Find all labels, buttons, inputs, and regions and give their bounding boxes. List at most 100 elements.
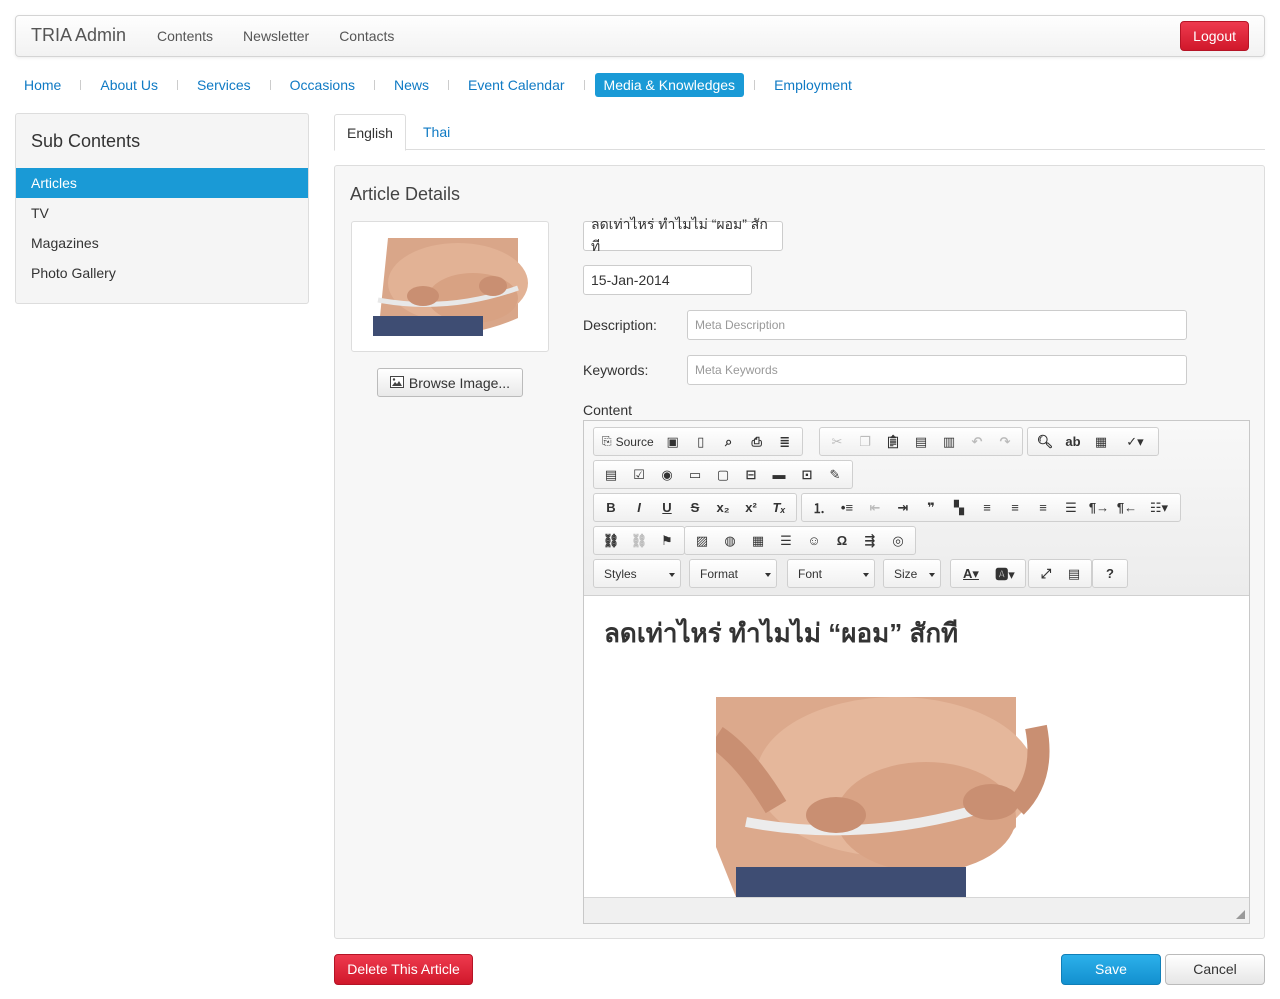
underline-icon[interactable]: U bbox=[653, 495, 681, 521]
cancel-button[interactable]: Cancel bbox=[1165, 954, 1265, 985]
copy-icon[interactable]: ❐ bbox=[851, 429, 879, 455]
replace-icon[interactable]: ab bbox=[1059, 429, 1087, 455]
sub-contents-sidebar: Sub Contents Articles TV Magazines Photo… bbox=[15, 113, 309, 304]
new-page-icon[interactable]: ▯ bbox=[687, 429, 715, 455]
horizontal-line-icon[interactable]: ☰ bbox=[772, 528, 800, 554]
cut-icon[interactable]: ✂ bbox=[823, 429, 851, 455]
strike-icon[interactable]: S bbox=[681, 495, 709, 521]
justify-icon[interactable]: ☰ bbox=[1057, 495, 1085, 521]
form-icon[interactable]: ▤ bbox=[597, 462, 625, 488]
styles-dropdown[interactable]: Styles bbox=[593, 559, 681, 588]
superscript-icon[interactable]: x² bbox=[737, 495, 765, 521]
select-all-icon[interactable]: ▦ bbox=[1087, 429, 1115, 455]
print-icon[interactable]: ⎙ bbox=[743, 429, 771, 455]
save-doc-icon[interactable]: ▣ bbox=[659, 429, 687, 455]
content-editor: ⎘ Source ▣ ▯ ⌕ ⎙ ≣ ✂ ❐ 📋︎ ▤ ▥ ↶ ↷ 🔍︎ ab bbox=[583, 420, 1250, 924]
page-break-icon[interactable]: ⇶ bbox=[856, 528, 884, 554]
subnav-media-knowledges[interactable]: Media & Knowledges bbox=[594, 73, 745, 97]
templates-icon[interactable]: ≣ bbox=[771, 429, 799, 455]
toolbar-group-paragraph: ⒈ •≡ ⇤ ⇥ ❞ ▚ ≡ ≡ ≡ ☰ ¶→ ¶← ☷▾ bbox=[801, 493, 1181, 522]
size-dropdown[interactable]: Size bbox=[883, 559, 941, 588]
select-field-icon[interactable]: ⊟ bbox=[737, 462, 765, 488]
checkbox-icon[interactable]: ☑ bbox=[625, 462, 653, 488]
description-input[interactable]: Meta Description bbox=[687, 310, 1187, 340]
bg-color-icon[interactable]: 🅰︎▾ bbox=[988, 561, 1022, 587]
outdent-icon[interactable]: ⇤ bbox=[861, 495, 889, 521]
format-dropdown[interactable]: Format bbox=[689, 559, 777, 588]
insert-image-icon[interactable]: ▨ bbox=[688, 528, 716, 554]
language-icon[interactable]: ☷▾ bbox=[1141, 495, 1177, 521]
table-icon[interactable]: ▦ bbox=[744, 528, 772, 554]
iframe-icon[interactable]: ◎ bbox=[884, 528, 912, 554]
resize-handle-icon[interactable] bbox=[1236, 910, 1245, 919]
brand-title[interactable]: TRIA Admin bbox=[31, 25, 126, 46]
anchor-icon[interactable]: ⚑ bbox=[653, 528, 681, 554]
paste-word-icon[interactable]: ▥ bbox=[935, 429, 963, 455]
align-center-icon[interactable]: ≡ bbox=[1001, 495, 1029, 521]
hidden-field-icon[interactable]: ✎ bbox=[821, 462, 849, 488]
subnav-event-calendar[interactable]: Event Calendar bbox=[459, 73, 574, 97]
show-blocks-icon[interactable]: ▤ bbox=[1060, 561, 1088, 587]
paste-text-icon[interactable]: ▤ bbox=[907, 429, 935, 455]
smiley-icon[interactable]: ☺ bbox=[800, 528, 828, 554]
browse-image-button[interactable]: Browse Image... bbox=[377, 368, 523, 397]
subnav-occasions[interactable]: Occasions bbox=[281, 73, 364, 97]
logout-button[interactable]: Logout bbox=[1180, 21, 1249, 51]
maximize-icon[interactable]: ⤢ bbox=[1032, 561, 1060, 587]
sidebar-item-magazines[interactable]: Magazines bbox=[16, 228, 308, 258]
div-icon[interactable]: ▚ bbox=[945, 495, 973, 521]
keywords-input[interactable]: Meta Keywords bbox=[687, 355, 1187, 385]
textarea-icon[interactable]: ▢ bbox=[709, 462, 737, 488]
indent-icon[interactable]: ⇥ bbox=[889, 495, 917, 521]
align-left-icon[interactable]: ≡ bbox=[973, 495, 1001, 521]
button-field-icon[interactable]: ▬ bbox=[765, 462, 793, 488]
topnav-newsletter[interactable]: Newsletter bbox=[228, 28, 324, 44]
bold-icon[interactable]: B bbox=[597, 495, 625, 521]
save-button[interactable]: Save bbox=[1061, 954, 1161, 985]
tab-thai[interactable]: Thai bbox=[411, 114, 462, 150]
topnav-contents[interactable]: Contents bbox=[142, 28, 228, 44]
radio-icon[interactable]: ◉ bbox=[653, 462, 681, 488]
delete-article-button[interactable]: Delete This Article bbox=[334, 954, 473, 985]
link-icon[interactable]: ⛓ bbox=[597, 528, 625, 554]
unlink-icon[interactable]: ⛓ bbox=[625, 528, 653, 554]
article-date-field[interactable]: 15-Jan-2014 bbox=[583, 265, 752, 295]
bulleted-list-icon[interactable]: •≡ bbox=[833, 495, 861, 521]
redo-icon[interactable]: ↷ bbox=[991, 429, 1019, 455]
tab-english[interactable]: English bbox=[334, 114, 406, 151]
blockquote-icon[interactable]: ❞ bbox=[917, 495, 945, 521]
editor-content-area[interactable]: ลดเท่าไหร่ ทำไมไม่ “ผอม” สักที bbox=[584, 597, 1249, 897]
chevron-down-icon bbox=[929, 573, 935, 577]
help-icon[interactable]: ? bbox=[1096, 561, 1124, 587]
textfield-icon[interactable]: ▭ bbox=[681, 462, 709, 488]
find-icon[interactable]: 🔍︎ bbox=[1031, 429, 1059, 455]
subscript-icon[interactable]: x₂ bbox=[709, 495, 737, 521]
subnav-employment[interactable]: Employment bbox=[765, 73, 861, 97]
subnav-about-us[interactable]: About Us bbox=[91, 73, 167, 97]
subnav-services[interactable]: Services bbox=[188, 73, 260, 97]
flash-icon[interactable]: ◍ bbox=[716, 528, 744, 554]
ltr-icon[interactable]: ¶→ bbox=[1085, 495, 1113, 521]
font-dropdown[interactable]: Font bbox=[787, 559, 875, 588]
numbered-list-icon[interactable]: ⒈ bbox=[805, 495, 833, 521]
image-button-icon[interactable]: ⊡ bbox=[793, 462, 821, 488]
italic-icon[interactable]: I bbox=[625, 495, 653, 521]
source-button[interactable]: ⎘ Source bbox=[597, 429, 659, 455]
special-char-icon[interactable]: Ω bbox=[828, 528, 856, 554]
align-right-icon[interactable]: ≡ bbox=[1029, 495, 1057, 521]
spellcheck-icon[interactable]: ✓▾ bbox=[1115, 429, 1155, 455]
undo-icon[interactable]: ↶ bbox=[963, 429, 991, 455]
rtl-icon[interactable]: ¶← bbox=[1113, 495, 1141, 521]
topnav-contacts[interactable]: Contacts bbox=[324, 28, 409, 44]
sidebar-item-tv[interactable]: TV bbox=[16, 198, 308, 228]
paste-icon[interactable]: 📋︎ bbox=[879, 429, 907, 455]
nav-divider bbox=[583, 80, 585, 90]
remove-format-icon[interactable]: Tₓ bbox=[765, 495, 793, 521]
subnav-news[interactable]: News bbox=[385, 73, 438, 97]
sidebar-item-articles[interactable]: Articles bbox=[16, 168, 308, 198]
subnav-home[interactable]: Home bbox=[15, 73, 70, 97]
article-title-field[interactable]: ลดเท่าไหร่ ทำไมไม่ “ผอม” สักที bbox=[583, 216, 783, 254]
text-color-icon[interactable]: A▾ bbox=[954, 561, 988, 587]
preview-icon[interactable]: ⌕ bbox=[715, 429, 743, 455]
sidebar-item-photo-gallery[interactable]: Photo Gallery bbox=[16, 258, 308, 288]
